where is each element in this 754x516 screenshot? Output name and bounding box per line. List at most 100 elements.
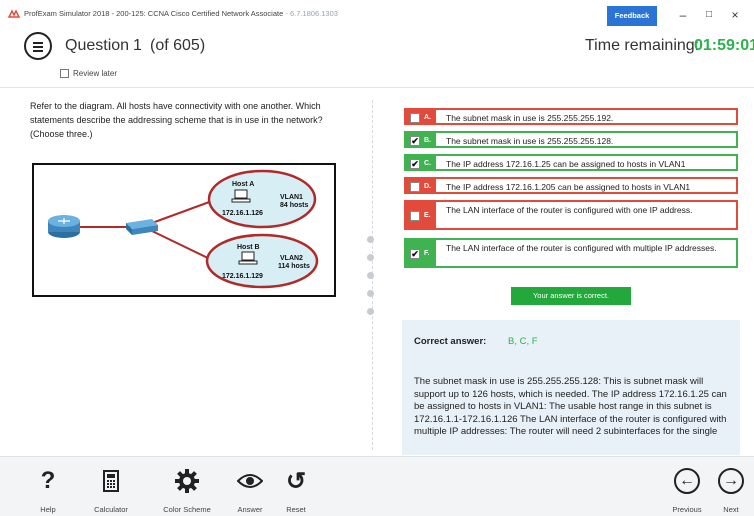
answer-label: Answer xyxy=(237,505,263,514)
reset-button[interactable]: ↺ Reset xyxy=(276,457,316,516)
option-c[interactable]: ✔ C. The IP address 172.16.1.25 can be a… xyxy=(404,154,738,171)
option-text: The LAN interface of the router is confi… xyxy=(446,243,717,253)
host-a-label: Host A xyxy=(232,181,255,188)
option-status-tag: E. xyxy=(406,202,436,228)
app-logo-icon xyxy=(8,9,20,18)
calculator-button[interactable]: Calculator xyxy=(83,457,139,516)
review-later-label[interactable]: Review later xyxy=(73,69,117,78)
option-checkbox[interactable] xyxy=(410,113,420,123)
option-text: The IP address 172.16.1.25 can be assign… xyxy=(446,159,686,169)
help-glyph: ? xyxy=(40,467,56,494)
arrow-left-glyph: ← xyxy=(674,468,700,494)
option-a[interactable]: A. The subnet mask in use is 255.255.255… xyxy=(404,108,738,125)
help-button[interactable]: ? Help xyxy=(28,457,68,516)
time-remaining-value: 01:59:01 xyxy=(694,37,754,54)
answer-button[interactable]: Answer xyxy=(230,457,270,516)
app-version: - 6.7.1806.1303 xyxy=(283,9,338,18)
maximize-button[interactable]: □ xyxy=(698,6,720,24)
host-a-ip: 172.16.1.126 xyxy=(222,210,263,217)
splitter-handle-dot[interactable] xyxy=(367,254,374,261)
minimize-button[interactable]: – xyxy=(672,6,694,24)
option-e[interactable]: E. The LAN interface of the router is co… xyxy=(404,200,738,230)
vlan2-hosts: 114 hosts xyxy=(278,263,310,270)
menu-button[interactable] xyxy=(24,32,52,60)
next-label: Next xyxy=(723,505,739,514)
option-text: The subnet mask in use is 255.255.255.19… xyxy=(446,113,614,123)
calculator-graphic xyxy=(103,470,119,492)
result-banner: Your answer is correct. xyxy=(511,287,631,305)
window-title: ProfExam Simulator 2018 - 200-125: CCNA … xyxy=(24,9,338,18)
network-diagram: Host A 172.16.1.126 VLAN1 84 hosts Host … xyxy=(32,163,336,297)
option-f[interactable]: ✔ F. The LAN interface of the router is … xyxy=(404,238,738,268)
option-status-tag: ✔ C. xyxy=(406,156,436,169)
arrow-left-icon: ← xyxy=(664,467,710,495)
color-scheme-button[interactable]: Color Scheme xyxy=(150,457,224,516)
splitter-handle-dot[interactable] xyxy=(367,272,374,279)
splitter-handle-dot[interactable] xyxy=(367,308,374,315)
option-letter: E. xyxy=(424,212,431,219)
help-label: Help xyxy=(40,505,56,514)
arrow-right-icon: → xyxy=(712,467,750,495)
menu-icon-line xyxy=(33,50,43,52)
next-button[interactable]: → Next xyxy=(712,457,750,516)
menu-icon-line xyxy=(33,46,43,48)
option-status-tag: ✔ F. xyxy=(406,240,436,266)
option-text: The LAN interface of the router is confi… xyxy=(446,205,693,215)
network-diagram-graphic xyxy=(48,169,319,289)
option-status-tag: D. xyxy=(406,179,436,192)
arrow-right-glyph: → xyxy=(718,468,744,494)
previous-label: Previous xyxy=(672,505,702,514)
eye-graphic xyxy=(237,474,263,488)
option-letter: C. xyxy=(424,160,431,167)
close-button[interactable]: × xyxy=(724,6,746,24)
option-checkbox[interactable] xyxy=(410,211,420,221)
feedback-button[interactable]: Feedback xyxy=(607,6,657,26)
color-scheme-label: Color Scheme xyxy=(163,505,211,514)
vlan1-hosts: 84 hosts xyxy=(280,202,309,209)
review-later-checkbox[interactable] xyxy=(60,69,69,78)
bottom-toolbar: ? Help Calculator Color Scheme Answer ↺ … xyxy=(0,456,754,516)
question-total: (of 605) xyxy=(150,37,206,54)
option-letter: F. xyxy=(424,250,430,257)
option-b[interactable]: ✔ B. The subnet mask in use is 255.255.2… xyxy=(404,131,738,148)
option-checkbox[interactable]: ✔ xyxy=(410,136,420,146)
splitter-handle-dot[interactable] xyxy=(367,290,374,297)
vlan1-label: VLAN1 xyxy=(280,194,303,201)
previous-button[interactable]: ← Previous xyxy=(664,457,710,516)
option-letter: A. xyxy=(424,114,431,121)
question-label: Question xyxy=(65,37,130,54)
switch-vlan2-link xyxy=(151,230,213,261)
option-text: The IP address 172.16.1.205 can be assig… xyxy=(446,182,691,192)
host-a-computer-icon xyxy=(231,189,251,203)
title-bar: ProfExam Simulator 2018 - 200-125: CCNA … xyxy=(0,0,754,28)
correct-answer-value: B, C, F xyxy=(508,336,538,347)
reset-glyph: ↺ xyxy=(285,467,307,495)
explanation-text: The subnet mask in use is 255.255.255.12… xyxy=(414,376,727,437)
option-text: The subnet mask in use is 255.255.255.12… xyxy=(446,136,614,146)
option-status-tag: ✔ B. xyxy=(406,133,436,146)
question-text: Refer to the diagram. All hosts have con… xyxy=(30,101,323,139)
calculator-label: Calculator xyxy=(94,505,128,514)
vlan2-label: VLAN2 xyxy=(280,255,303,262)
help-icon: ? xyxy=(28,467,68,495)
gear-graphic xyxy=(175,469,199,493)
option-d[interactable]: D. The IP address 172.16.1.205 can be as… xyxy=(404,177,738,194)
eye-icon xyxy=(230,467,270,495)
question-number: 1 xyxy=(133,37,142,54)
option-status-tag: A. xyxy=(406,110,436,123)
router-icon xyxy=(48,215,80,238)
reset-icon: ↺ xyxy=(276,467,316,495)
option-letter: B. xyxy=(424,137,431,144)
calculator-icon xyxy=(83,467,139,495)
gear-icon xyxy=(150,467,224,495)
host-b-ip: 172.16.1.129 xyxy=(222,273,263,280)
option-checkbox[interactable]: ✔ xyxy=(410,249,420,259)
option-checkbox[interactable] xyxy=(410,182,420,192)
window-title-text: ProfExam Simulator 2018 - 200-125: CCNA … xyxy=(24,9,284,18)
time-remaining-label: Time remaining: xyxy=(585,37,700,54)
splitter-handle-dot[interactable] xyxy=(367,236,374,243)
explanation-panel[interactable]: Correct answer: B, C, F The subnet mask … xyxy=(402,320,740,455)
host-b-computer-icon xyxy=(238,251,258,265)
correct-answer-label: Correct answer: xyxy=(414,336,487,347)
option-checkbox[interactable]: ✔ xyxy=(410,159,420,169)
